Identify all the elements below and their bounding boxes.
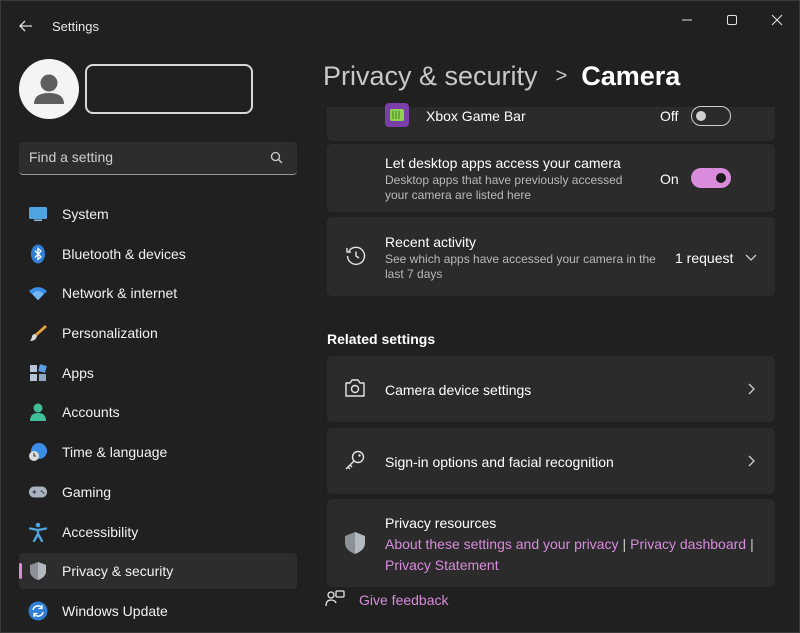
apps-icon (28, 363, 48, 383)
update-icon (28, 601, 48, 621)
user-avatar-icon (34, 74, 64, 104)
privacy-shield-icon (345, 532, 365, 554)
sidebar-item-gaming[interactable]: Gaming (19, 474, 297, 510)
history-icon (346, 246, 366, 265)
gamepad-icon (28, 482, 48, 502)
privacy-links: About these settings and your privacy | Pr… (385, 534, 765, 576)
xbox-game-bar-icon (385, 103, 409, 127)
xbox-game-bar-toggle[interactable] (691, 106, 731, 126)
sidebar-item-label: System (62, 206, 109, 222)
privacy-resources-title: Privacy resources (385, 515, 497, 531)
key-icon (345, 450, 365, 470)
feedback-icon (325, 590, 345, 607)
search-icon[interactable] (269, 150, 285, 166)
search-box[interactable] (19, 142, 297, 175)
give-feedback-link[interactable]: Give feedback (359, 592, 449, 608)
camera-device-settings-label: Camera device settings (385, 382, 532, 398)
sign-in-options-row[interactable]: Sign-in options and facial recognition (327, 428, 775, 494)
sidebar-item-label: Gaming (62, 483, 112, 500)
maximize-button[interactable] (721, 9, 743, 31)
xbox-game-bar-row: Xbox Game Bar Off (327, 103, 775, 141)
back-arrow-icon (19, 20, 32, 32)
minimize-icon (682, 19, 692, 21)
privacy-dashboard-link[interactable]: Privacy dashboard (630, 536, 746, 552)
sidebar-item-label: Apps (62, 364, 94, 381)
privacy-statement-link[interactable]: Privacy Statement (385, 557, 499, 573)
sidebar-item-bluetooth[interactable]: Bluetooth & devices (19, 236, 297, 272)
xbox-game-bar-label: Xbox Game Bar (426, 108, 526, 124)
shield-icon (28, 561, 48, 581)
recent-activity-title: Recent activity (385, 234, 477, 250)
sidebar-item-windows-update[interactable]: Windows Update (19, 593, 297, 629)
title-bar: Settings (1, 1, 799, 49)
link-separator: | (622, 536, 627, 552)
back-button[interactable] (15, 15, 37, 37)
sidebar-item-label: Privacy & security (62, 563, 174, 580)
sidebar-item-privacy-security[interactable]: Privacy & security (19, 553, 297, 590)
monitor-icon (28, 204, 48, 224)
desktop-apps-access-desc-2: your camera are listed here (385, 188, 532, 202)
sidebar-item-label: Personalization (62, 325, 158, 342)
desktop-apps-toggle-state: On (660, 171, 679, 187)
sidebar-item-personalization[interactable]: Personalization (19, 315, 297, 351)
sidebar-item-label: Accounts (62, 404, 120, 421)
sidebar-item-system[interactable]: System (19, 196, 297, 232)
avatar[interactable] (19, 59, 79, 119)
sidebar-item-label: Bluetooth & devices (62, 245, 186, 262)
globe-clock-icon (28, 442, 48, 462)
desktop-apps-access-title: Let desktop apps access your camera (385, 155, 621, 171)
page-title: Camera (581, 61, 681, 91)
app-title: Settings (52, 19, 99, 34)
wifi-icon (28, 283, 48, 303)
breadcrumb: Privacy & security > Camera (323, 61, 680, 92)
desktop-apps-access-row: Let desktop apps access your camera Desk… (327, 144, 775, 212)
sign-in-options-label: Sign-in options and facial recognition (385, 454, 614, 470)
brush-icon (28, 323, 48, 343)
settings-window: Settings .search-input::placeholder { co… (0, 0, 800, 633)
sidebar-item-label: Accessibility (62, 523, 139, 540)
search-input[interactable] (29, 149, 259, 165)
about-privacy-link[interactable]: About these settings and your privacy (385, 536, 618, 552)
bluetooth-icon (28, 244, 48, 264)
recent-activity-desc-1: See which apps have accessed your camera… (385, 252, 656, 266)
sidebar-item-label: Time & language (62, 444, 168, 461)
recent-activity-row[interactable]: Recent activity See which apps have acce… (327, 217, 775, 296)
related-settings-heading: Related settings (327, 331, 436, 347)
sidebar-item-network[interactable]: Network & internet (19, 275, 297, 311)
chevron-right-icon (748, 383, 755, 395)
minimize-button[interactable] (676, 9, 698, 31)
sidebar-nav: System Bluetooth & devices Network & int… (19, 196, 297, 632)
maximize-icon (727, 15, 737, 25)
sidebar-item-label: Network & internet (62, 285, 178, 302)
link-separator: | (750, 536, 754, 552)
desktop-apps-access-desc-1: Desktop apps that have previously access… (385, 173, 623, 187)
desktop-apps-access-toggle[interactable] (691, 168, 731, 188)
recent-activity-count: 1 request (675, 250, 734, 266)
chevron-right-icon (748, 455, 755, 467)
recent-activity-desc-2: last 7 days (385, 267, 443, 281)
privacy-resources-card: Privacy resources About these settings a… (327, 499, 775, 587)
camera-device-settings-row[interactable]: Camera device settings (327, 356, 775, 422)
sidebar-item-accessibility[interactable]: Accessibility (19, 514, 297, 550)
camera-icon (345, 379, 365, 397)
close-icon (771, 14, 783, 26)
person-icon (28, 402, 48, 422)
sidebar-item-label: Windows Update (62, 602, 168, 619)
chevron-down-icon[interactable] (744, 250, 758, 264)
breadcrumb-separator: > (555, 65, 568, 87)
xbox-toggle-state: Off (660, 108, 679, 124)
sidebar-item-apps[interactable]: Apps (19, 355, 297, 391)
sidebar-item-accounts[interactable]: Accounts (19, 394, 297, 430)
account-name-box[interactable] (85, 64, 253, 114)
sidebar-item-time-language[interactable]: Time & language (19, 434, 297, 470)
close-button[interactable] (766, 9, 788, 31)
accessibility-icon (28, 522, 48, 542)
breadcrumb-parent[interactable]: Privacy & security (323, 61, 538, 92)
